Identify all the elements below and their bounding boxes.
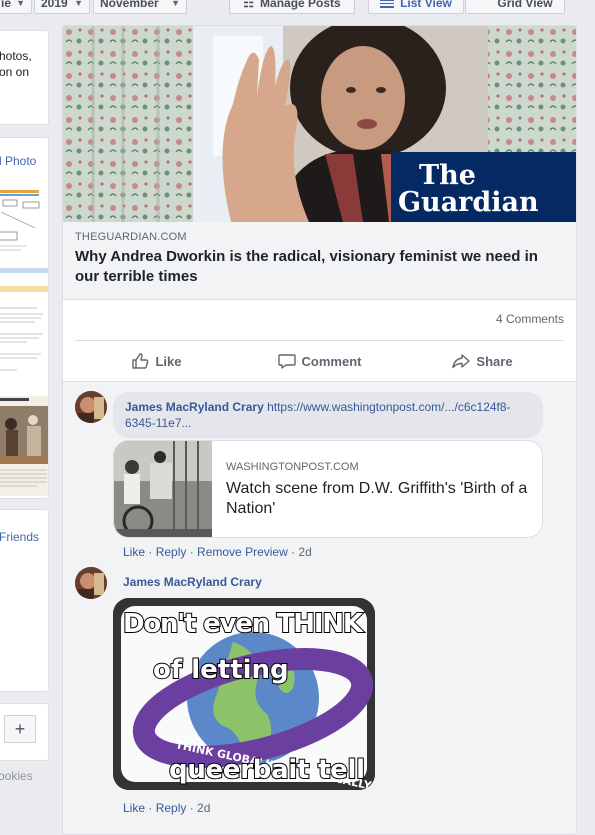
month-value: November [100,0,159,10]
left-friends-card: Friends [0,509,49,692]
remove-preview-link[interactable]: Remove Preview [197,545,288,559]
chevron-down-icon: ▼ [16,0,25,8]
svg-text:Guardian: Guardian [398,187,539,218]
comment-time[interactable]: 2d [298,545,311,559]
shared-post-card: The Guardian THEGUARDIAN.COM Why Andrea … [62,25,577,835]
grid-icon [477,0,491,8]
preview-image [114,441,212,537]
post-action-bar: Like Comment Share [75,340,564,381]
comment-bubble: James MacRyland Crary https://www.washin… [113,392,543,438]
comment-bubble-icon [277,354,296,369]
comment-meta: Like · Reply · Remove Preview · 2d [123,545,312,559]
comment-like-link[interactable]: Like [123,545,145,559]
svg-text:of letting: of letting [153,655,289,685]
comment-reply-link[interactable]: Reply [156,545,187,559]
photos-link[interactable]: l Photo [0,154,48,168]
comment-label: Comment [301,353,362,369]
photo-thumbnail-document[interactable] [0,298,49,393]
intro-text-line-1: hotos, [0,49,32,63]
grid-view-label: Grid View [497,0,553,10]
avatar[interactable] [75,391,107,423]
filter-partial-label: ie [1,0,12,10]
manage-posts-label: Manage Posts [260,0,341,10]
photo-thumbnail-newspaper[interactable] [0,396,49,496]
comment-reply-link[interactable]: Reply [156,801,187,815]
year-value: 2019 [41,0,68,10]
list-icon [380,0,395,8]
add-button[interactable]: + [4,715,36,743]
left-intro-card: hotos, on on [0,30,49,125]
chevron-down-icon: ▼ [74,0,83,8]
manage-posts-button[interactable]: ☷ Manage Posts [229,0,355,14]
list-view-button[interactable]: List View [368,0,464,14]
photo-strip [0,286,48,292]
comment-author[interactable]: James MacRyland Crary [123,575,262,589]
share-button[interactable]: Share [401,341,564,381]
list-view-label: List View [400,0,452,10]
comment-author[interactable]: James MacRyland Crary [125,400,264,414]
grid-view-button[interactable]: Grid View [465,0,565,14]
month-dropdown[interactable]: November ▼ [93,0,187,14]
article-image[interactable]: The Guardian [63,26,577,222]
comment-meme-image[interactable]: THINK GLOBALLY • ACT LOCALLY Don't even … [113,598,375,790]
cookies-link[interactable]: ookies [0,769,33,783]
comment-button[interactable]: Comment [238,341,401,381]
link-preview-card[interactable]: WASHINGTONPOST.COM Watch scene from D.W.… [113,440,543,538]
svg-text:queerbait tell: queerbait tell [169,755,365,785]
photo-thumbnail-diagram[interactable] [0,188,49,273]
thumbs-up-icon [132,353,149,369]
article-headline[interactable]: Why Andrea Dworkin is the radical, visio… [75,247,566,287]
share-arrow-icon [452,354,471,369]
link-preview-meta[interactable]: THEGUARDIAN.COM Why Andrea Dworkin is th… [63,222,576,300]
comment-time[interactable]: 2d [197,801,210,815]
chevron-down-icon: ▼ [171,0,180,8]
friends-link[interactable]: Friends [0,530,48,544]
comment-count[interactable]: 4 Comments [496,312,564,326]
preview-domain: WASHINGTONPOST.COM [226,461,359,473]
intro-text-line-2: on on [0,65,30,79]
comment-meta: Like · Reply · 2d [123,801,211,815]
comment-like-link[interactable]: Like [123,801,145,815]
left-photos-card: l Photo [0,137,49,499]
like-button[interactable]: Like [75,341,238,381]
article-domain: THEGUARDIAN.COM [75,231,187,243]
svg-text:Don't even THINK: Don't even THINK [123,609,364,639]
avatar[interactable] [75,567,107,599]
preview-title: Watch scene from D.W. Griffith's 'Birth … [226,480,528,517]
gear-list-icon: ☷ [243,0,255,10]
like-label: Like [155,353,182,369]
comments-section: James MacRyland Crary https://www.washin… [63,381,576,834]
year-dropdown[interactable]: 2019 ▼ [34,0,90,14]
share-label: Share [476,353,513,369]
filter-partial-dropdown[interactable]: ie ▼ [0,0,32,14]
